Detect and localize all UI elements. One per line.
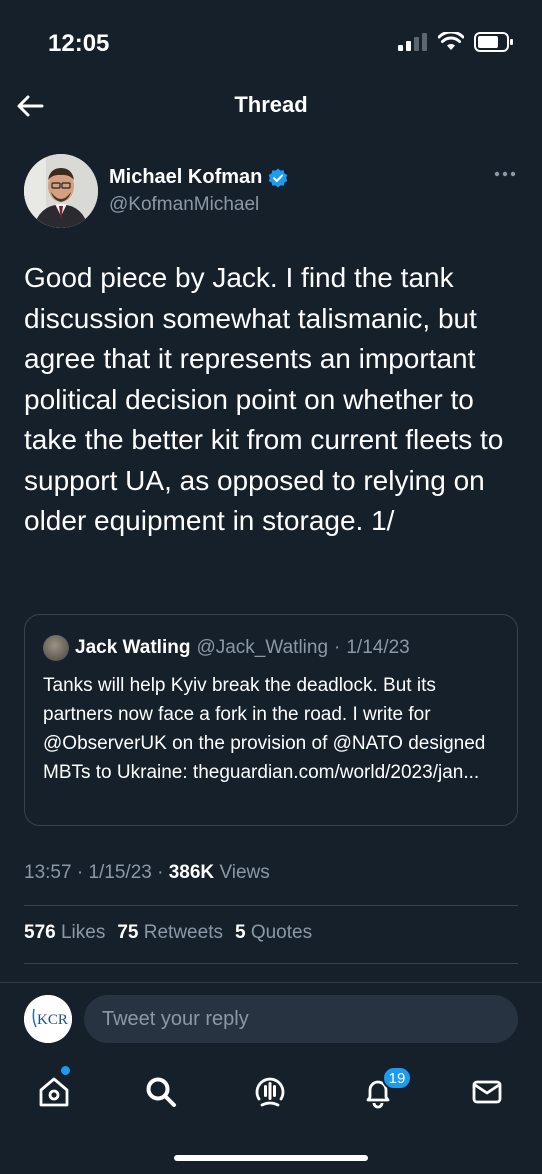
header: Thread bbox=[0, 80, 542, 132]
wifi-icon bbox=[438, 32, 464, 50]
author-name[interactable]: Michael Kofman bbox=[109, 166, 262, 189]
tweet-date: 1/15/23 bbox=[88, 862, 152, 883]
tweet-meta: 13:57 · 1/15/23 · 386K Views bbox=[24, 862, 270, 884]
user-avatar-text: KCR bbox=[37, 1012, 68, 1028]
tab-spaces[interactable] bbox=[248, 1070, 292, 1114]
meta-separator: · bbox=[76, 862, 89, 883]
reply-input[interactable] bbox=[84, 995, 518, 1043]
likes-stat[interactable]: 576 Likes bbox=[24, 922, 105, 944]
divider bbox=[24, 963, 518, 964]
home-unread-dot bbox=[61, 1066, 70, 1075]
quoted-separator: · bbox=[334, 637, 341, 658]
status-bar: 12:05 bbox=[0, 0, 542, 80]
battery-icon bbox=[474, 32, 513, 52]
tweet-stats: 576 Likes 75 Retweets 5 Quotes bbox=[24, 922, 312, 944]
quoted-date: 1/14/23 bbox=[346, 637, 410, 658]
quoted-author-name: Jack Watling bbox=[75, 637, 191, 658]
tweet-text: Good piece by Jack. I find the tank disc… bbox=[24, 262, 504, 536]
more-options-icon[interactable] bbox=[494, 170, 516, 178]
views-count: 386K bbox=[168, 862, 215, 883]
reply-bar: KCR bbox=[0, 982, 542, 1064]
author-name-row: Michael Kofman bbox=[109, 166, 288, 189]
quoted-tweet-text: Tanks will help Kyiv break the deadlock.… bbox=[43, 675, 486, 783]
quotes-stat[interactable]: 5 Quotes bbox=[235, 922, 312, 944]
quoted-author-handle: @Jack_Watling bbox=[196, 637, 329, 658]
tab-search[interactable] bbox=[139, 1070, 183, 1114]
quoted-author-avatar bbox=[43, 635, 69, 661]
likes-count: 576 bbox=[24, 922, 56, 943]
likes-label: Likes bbox=[60, 922, 106, 943]
divider bbox=[24, 905, 518, 906]
author-handle[interactable]: @KofmanMichael bbox=[109, 194, 259, 216]
notifications-badge: 19 bbox=[382, 1066, 412, 1090]
quotes-count: 5 bbox=[234, 922, 246, 943]
home-indicator[interactable] bbox=[174, 1155, 368, 1161]
views-label: Views bbox=[219, 862, 270, 883]
signal-icon bbox=[398, 33, 427, 51]
status-time: 12:05 bbox=[48, 30, 110, 57]
author-avatar[interactable] bbox=[24, 154, 98, 228]
quoted-tweet-card[interactable]: Jack Watling @Jack_Watling · 1/14/23 Tan… bbox=[24, 614, 518, 826]
retweets-label: Retweets bbox=[143, 922, 223, 943]
spaces-icon bbox=[255, 1077, 285, 1107]
meta-separator: · bbox=[157, 862, 169, 883]
home-icon bbox=[39, 1077, 69, 1107]
quotes-label: Quotes bbox=[250, 922, 313, 943]
tab-messages[interactable] bbox=[465, 1070, 509, 1114]
tweet-author: Michael Kofman @KofmanMichael bbox=[24, 154, 518, 228]
messages-icon bbox=[472, 1080, 502, 1104]
status-icons bbox=[398, 32, 514, 52]
tab-home[interactable] bbox=[32, 1070, 76, 1114]
bottom-tab-bar bbox=[0, 1062, 542, 1122]
page-title: Thread bbox=[234, 92, 308, 117]
retweets-stat[interactable]: 75 Retweets bbox=[117, 922, 223, 944]
tweet-time: 13:57 bbox=[24, 862, 72, 883]
verified-badge-icon bbox=[269, 168, 288, 187]
quoted-tweet-header: Jack Watling @Jack_Watling · 1/14/23 bbox=[43, 635, 410, 661]
user-avatar[interactable]: KCR bbox=[24, 995, 72, 1043]
search-icon bbox=[146, 1077, 176, 1107]
retweets-count: 75 bbox=[117, 922, 139, 943]
